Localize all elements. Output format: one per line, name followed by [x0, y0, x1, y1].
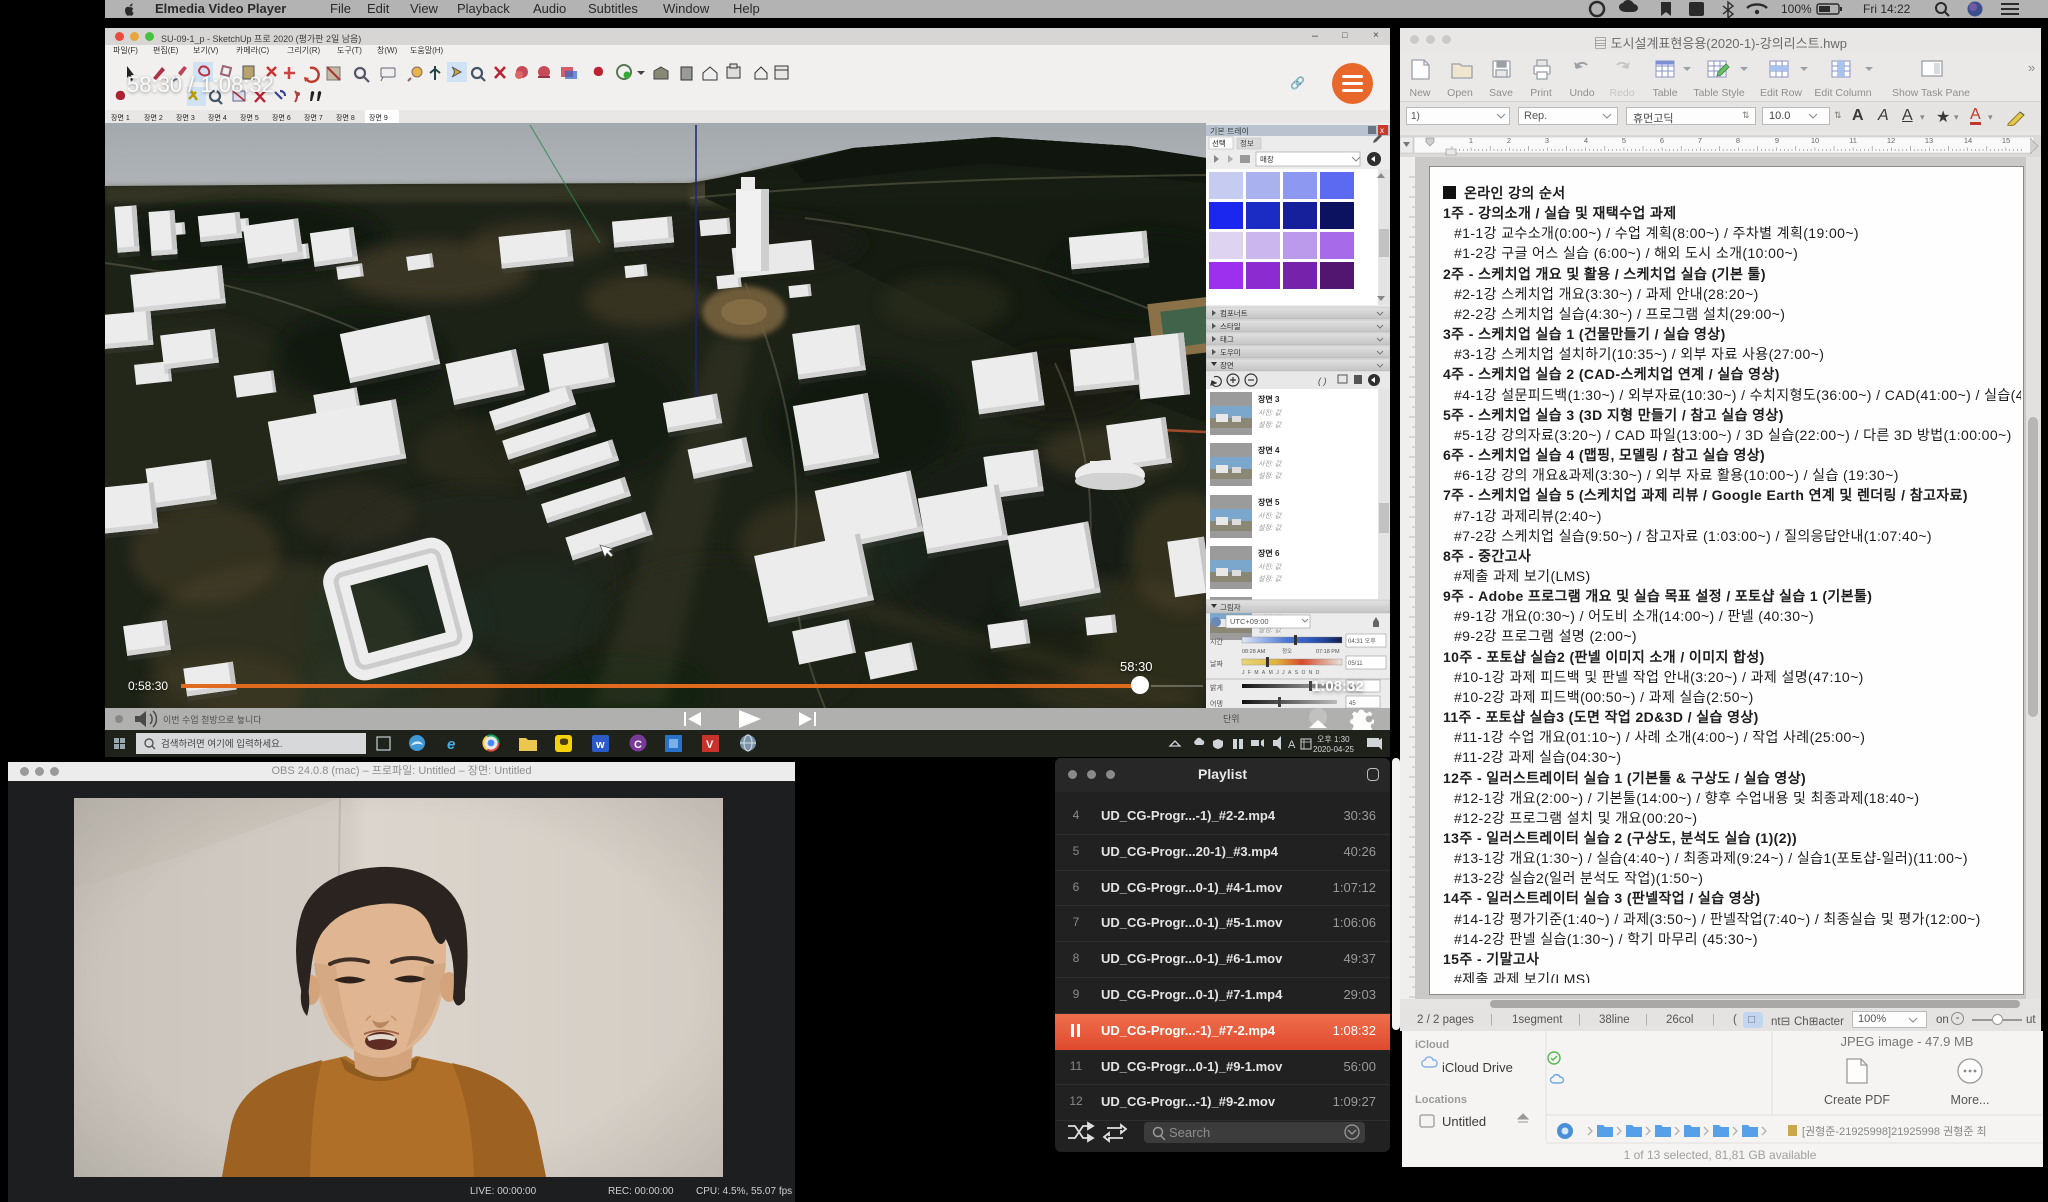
svg-text:iCloud Drive: iCloud Drive	[1442, 1060, 1513, 1075]
svg-text:15: 15	[2002, 136, 2010, 145]
svg-text:V: V	[706, 739, 714, 751]
svg-text:스타일: 스타일	[1220, 322, 1241, 331]
svg-text:5: 5	[1622, 136, 1626, 145]
svg-text:Undo: Undo	[1569, 87, 1594, 99]
svg-text:밝게: 밝게	[1210, 683, 1223, 692]
svg-text:7: 7	[1698, 136, 1702, 145]
svg-text:4: 4	[1584, 136, 1588, 145]
svg-text:( ): ( )	[1318, 376, 1327, 386]
svg-text:Open: Open	[1447, 87, 1473, 99]
svg-text:설정: 값: 설정: 값	[1258, 472, 1283, 480]
svg-text:04:31 오후: 04:31 오후	[1348, 637, 1376, 645]
svg-text:Show Task Pane: Show Task Pane	[1892, 87, 1970, 99]
svg-text:설정: 값: 설정: 값	[1258, 575, 1283, 583]
svg-text:C: C	[634, 739, 642, 751]
svg-text:12: 12	[1887, 136, 1895, 145]
svg-text:설정: 값: 설정: 값	[1258, 421, 1283, 429]
svg-text:1 of 13 selected, 81,81 GB ava: 1 of 13 selected, 81,81 GB available	[1624, 1148, 1817, 1162]
svg-text:w: w	[595, 739, 605, 751]
svg-text:어뎽: 어뎽	[1210, 699, 1223, 708]
svg-text:사진: 값: 사진: 값	[1258, 512, 1283, 520]
svg-text:6: 6	[1660, 136, 1664, 145]
svg-text:Edit Column: Edit Column	[1814, 87, 1871, 99]
svg-text:JPEG image - 47.9 MB: JPEG image - 47.9 MB	[1841, 1034, 1974, 1049]
svg-text:기본 트레이: 기본 트레이	[1210, 126, 1249, 136]
svg-text:A: A	[1288, 739, 1296, 751]
svg-text:이번 수업 첟방으로 늏니다: 이번 수업 첟방으로 늏니다	[163, 715, 262, 725]
svg-text:Print: Print	[1530, 87, 1552, 99]
svg-text:9: 9	[1775, 136, 1779, 145]
svg-text:단위: 단위	[1223, 714, 1240, 724]
svg-text:설정: 값: 설정: 값	[1258, 524, 1283, 532]
svg-text:45: 45	[1349, 701, 1356, 707]
svg-text:장면 6: 장면 6	[1258, 548, 1280, 558]
svg-text:날짜: 날짜	[1210, 659, 1223, 668]
svg-text:Untitled: Untitled	[1442, 1114, 1486, 1129]
svg-text:매장: 매장	[1260, 154, 1274, 164]
svg-text:JFMAMJJASOND: JFMAMJJASOND	[1242, 670, 1323, 676]
svg-text:장면 4: 장면 4	[1258, 445, 1280, 455]
svg-text:장면 3: 장면 3	[1258, 394, 1280, 404]
svg-text:사진: 값: 사진: 값	[1258, 409, 1283, 417]
svg-text:»: »	[2028, 60, 2035, 75]
svg-text:1: 1	[1469, 136, 1473, 145]
svg-text:태그: 태그	[1220, 335, 1234, 344]
svg-text:13: 13	[1925, 136, 1933, 145]
svg-text:Save: Save	[1489, 87, 1513, 99]
svg-text:UTC+09:00: UTC+09:00	[1230, 617, 1269, 626]
svg-text:08:28 AM: 08:28 AM	[1242, 649, 1266, 655]
svg-text:Edit Row: Edit Row	[1760, 87, 1802, 99]
svg-text:11: 11	[1849, 136, 1857, 145]
svg-text:8: 8	[1736, 136, 1740, 145]
svg-text:장면 5: 장면 5	[1258, 497, 1280, 507]
svg-text:Redo: Redo	[1609, 87, 1634, 99]
svg-text:정보: 정보	[1240, 138, 1254, 148]
svg-text:07:18 PM: 07:18 PM	[1316, 649, 1340, 655]
svg-text:검색하려면 여기에 입력하세요.: 검색하려면 여기에 입력하세요.	[161, 738, 283, 750]
svg-text:Fri 14:22: Fri 14:22	[1863, 2, 1911, 16]
svg-text:2020-04-25: 2020-04-25	[1313, 745, 1354, 754]
svg-text:오후 1:30: 오후 1:30	[1317, 735, 1350, 744]
svg-text:3: 3	[1545, 136, 1549, 145]
svg-text:100%: 100%	[1781, 2, 1812, 16]
svg-text:Locations: Locations	[1415, 1094, 1467, 1106]
svg-text:장면: 장면	[1220, 360, 1234, 370]
svg-text:컴포너트: 컴포너트	[1220, 308, 1248, 318]
svg-text:Search: Search	[1169, 1125, 1210, 1140]
svg-text:2: 2	[1507, 136, 1511, 145]
svg-text:Table Style: Table Style	[1693, 87, 1745, 99]
svg-text:05/11: 05/11	[1348, 661, 1363, 667]
svg-text:정오: 정오	[1282, 648, 1292, 655]
svg-text:14: 14	[1964, 136, 1972, 145]
svg-text:Create PDF: Create PDF	[1824, 1093, 1890, 1107]
svg-text:New: New	[1409, 87, 1430, 99]
svg-text:x: x	[1380, 126, 1384, 135]
svg-text:사진: 값: 사진: 값	[1258, 460, 1283, 468]
svg-text:10: 10	[1811, 136, 1819, 145]
svg-text:도우미: 도우미	[1220, 348, 1241, 357]
svg-text:[권형준-21925998]21925998 권형준 최: [권형준-21925998]21925998 권형준 최	[1802, 1125, 1987, 1138]
svg-text:Table: Table	[1652, 87, 1677, 99]
svg-text:More...: More...	[1951, 1093, 1990, 1107]
svg-text:선택: 선택	[1212, 138, 1226, 148]
svg-text:시간: 시간	[1210, 637, 1223, 646]
svg-text:iCloud: iCloud	[1415, 1039, 1449, 1051]
svg-text:e: e	[447, 736, 455, 753]
svg-text:사진: 값: 사진: 값	[1258, 563, 1283, 571]
svg-text:그림자: 그림자	[1220, 603, 1241, 612]
